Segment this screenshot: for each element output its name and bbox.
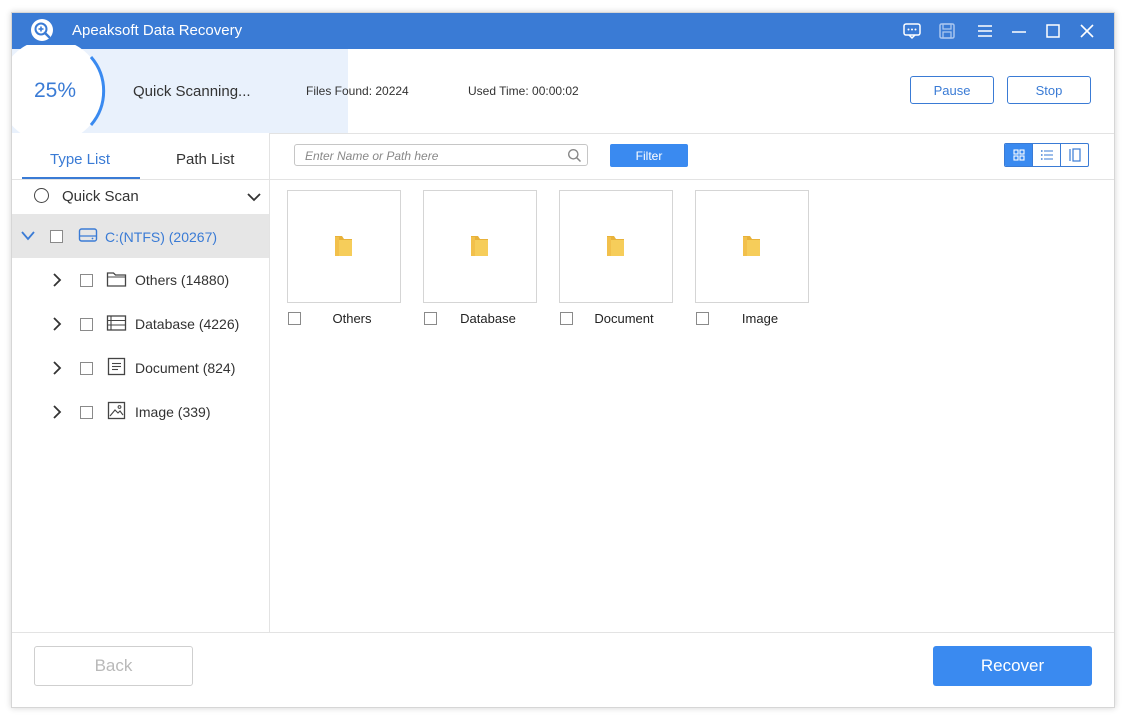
minimize-icon[interactable] [1009, 21, 1029, 41]
scan-progress-bar: 25% Quick Scanning... Files Found: 20224… [12, 45, 1114, 137]
search-box[interactable] [294, 144, 588, 166]
content-toolbar: Filter [270, 133, 1114, 180]
grid-view-icon [1012, 149, 1025, 161]
drive-icon [78, 228, 98, 242]
chevron-right-icon[interactable] [50, 316, 64, 332]
scan-percent: 25% [34, 79, 77, 102]
maximize-icon[interactable] [1043, 21, 1063, 41]
pause-button[interactable]: Pause [910, 76, 994, 104]
search-icon[interactable] [567, 148, 582, 163]
detail-view-icon [1068, 148, 1081, 162]
tile-label: Others [332, 311, 372, 326]
folder-tile[interactable] [423, 190, 537, 303]
tree-row-database[interactable]: Database (4226) [12, 302, 269, 346]
tree-row-document[interactable]: Document (824) [12, 346, 269, 390]
tree-row-image[interactable]: Image (339) [12, 390, 269, 434]
scan-mode-label: Quick Scan [62, 188, 139, 205]
tile-label: Document [594, 311, 654, 326]
chevron-right-icon[interactable] [50, 272, 64, 288]
back-button[interactable]: Back [34, 646, 193, 686]
image-label: Image (339) [135, 404, 211, 420]
folder-tile[interactable] [695, 190, 809, 303]
folder-tile[interactable] [287, 190, 401, 303]
folder-icon [106, 272, 127, 287]
scan-status: Quick Scanning... [133, 83, 251, 100]
tile-label: Image [741, 311, 779, 326]
tab-path-list[interactable]: Path List [176, 151, 234, 168]
bottom-bar: Back Recover [12, 632, 1114, 707]
list-tabs: Type List Path List [12, 133, 269, 180]
view-mode-switcher [1004, 143, 1089, 167]
folder-icon [335, 236, 352, 256]
image-checkbox[interactable] [80, 406, 93, 419]
list-view-button[interactable] [1032, 144, 1060, 166]
document-icon [107, 357, 126, 376]
document-label: Document (824) [135, 360, 236, 376]
app-logo-icon [31, 19, 53, 41]
others-checkbox[interactable] [80, 274, 93, 287]
app-window: Apeaksoft Data Recovery 25% Quick Scanni… [11, 12, 1115, 708]
tab-type-list[interactable]: Type List [50, 151, 110, 168]
recover-button[interactable]: Recover [933, 646, 1092, 686]
database-icon [106, 315, 127, 331]
folder-icon [471, 236, 488, 256]
filter-button[interactable]: Filter [610, 144, 688, 167]
tile-label: Database [460, 311, 516, 326]
scan-mode-radio[interactable] [34, 188, 49, 203]
database-checkbox[interactable] [80, 318, 93, 331]
folder-icon [607, 236, 624, 256]
left-panel: Type List Path List Quick Scan C:(NTFS) … [12, 133, 270, 632]
tree-row-others[interactable]: Others (14880) [12, 258, 269, 302]
chevron-right-icon[interactable] [50, 404, 64, 420]
window-title: Apeaksoft Data Recovery [72, 22, 243, 39]
feedback-icon[interactable] [902, 21, 922, 41]
drive-label: C:(NTFS) (20267) [105, 229, 218, 245]
chevron-expanded-icon[interactable] [20, 229, 36, 243]
scan-mode-selector[interactable]: Quick Scan [12, 180, 269, 214]
others-label: Others (14880) [135, 272, 230, 288]
detail-view-button[interactable] [1060, 144, 1088, 166]
drive-checkbox[interactable] [50, 230, 63, 243]
file-grid: Others Database Document Image [270, 180, 1114, 632]
menu-icon[interactable] [975, 21, 995, 41]
save-icon[interactable] [937, 21, 957, 41]
title-bar: Apeaksoft Data Recovery [12, 13, 1114, 49]
active-tab-indicator [22, 177, 140, 179]
files-found-count: Files Found: 20224 [306, 84, 409, 98]
folder-icon [743, 236, 760, 256]
search-input[interactable] [303, 147, 557, 165]
chevron-right-icon[interactable] [50, 360, 64, 376]
close-icon[interactable] [1077, 21, 1097, 41]
grid-view-button[interactable] [1005, 144, 1032, 166]
list-view-icon [1040, 150, 1053, 160]
chevron-down-icon[interactable] [246, 189, 262, 205]
document-checkbox[interactable] [80, 362, 93, 375]
used-time: Used Time: 00:00:02 [468, 84, 579, 98]
image-icon [107, 401, 126, 420]
folder-tile[interactable] [559, 190, 673, 303]
stop-button[interactable]: Stop [1007, 76, 1091, 104]
tree-row-drive[interactable]: C:(NTFS) (20267) [12, 214, 269, 258]
database-label: Database (4226) [135, 316, 240, 332]
